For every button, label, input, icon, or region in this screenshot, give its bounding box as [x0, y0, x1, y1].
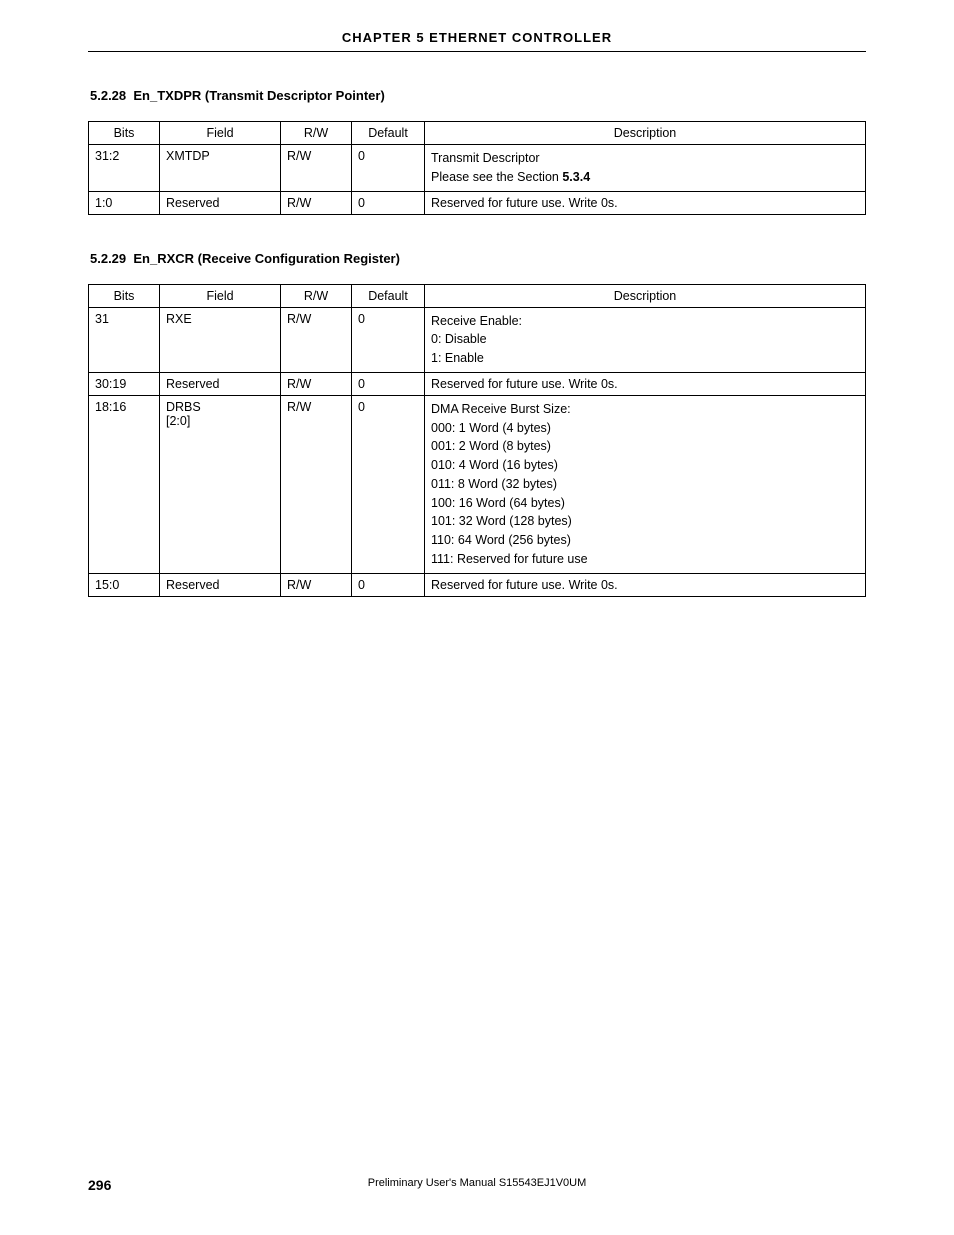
col-header-bits: Bits [89, 122, 160, 145]
field-name: DRBS [166, 400, 274, 414]
table-header-row: Bits Field R/W Default Description [89, 284, 866, 307]
col-header-rw: R/W [281, 122, 352, 145]
table-row: 18:16 DRBS [2:0] R/W 0 DMA Receive Burst… [89, 395, 866, 573]
table-row: 31:2 XMTDP R/W 0 Transmit Descriptor Ple… [89, 145, 866, 192]
table-header-row: Bits Field R/W Default Description [89, 122, 866, 145]
desc-line: 010: 4 Word (16 bytes) [431, 456, 859, 475]
desc-line: Please see the Section 5.3.4 [431, 168, 859, 187]
desc-line: 0: Disable [431, 330, 859, 349]
cell-rw: R/W [281, 307, 352, 372]
cell-rw: R/W [281, 191, 352, 214]
page-number: 296 [88, 1177, 111, 1193]
document-id: Preliminary User's Manual S15543EJ1V0UM [368, 1177, 587, 1189]
section-name: En_TXDPR (Transmit Descriptor Pointer) [133, 88, 384, 103]
cell-field: RXE [160, 307, 281, 372]
field-range: [2:0] [166, 414, 274, 428]
desc-line: 111: Reserved for future use [431, 550, 859, 569]
cell-description: Receive Enable: 0: Disable 1: Enable [425, 307, 866, 372]
cell-bits: 31:2 [89, 145, 160, 192]
cell-field: DRBS [2:0] [160, 395, 281, 573]
cell-default: 0 [352, 145, 425, 192]
table-row: 15:0 Reserved R/W 0 Reserved for future … [89, 573, 866, 596]
cell-field: Reserved [160, 372, 281, 395]
desc-line: 001: 2 Word (8 bytes) [431, 437, 859, 456]
chapter-header: CHAPTER 5 ETHERNET CONTROLLER [88, 30, 866, 51]
section-name: En_RXCR (Receive Configuration Register) [133, 251, 400, 266]
section-number: 5.2.29 [90, 251, 126, 266]
section-title-txdpr: 5.2.28 En_TXDPR (Transmit Descriptor Poi… [90, 88, 866, 103]
cell-default: 0 [352, 191, 425, 214]
header-rule [88, 51, 866, 52]
cell-default: 0 [352, 573, 425, 596]
table-row: 30:19 Reserved R/W 0 Reserved for future… [89, 372, 866, 395]
cell-bits: 30:19 [89, 372, 160, 395]
cell-default: 0 [352, 307, 425, 372]
desc-line: 100: 16 Word (64 bytes) [431, 494, 859, 513]
col-header-field: Field [160, 122, 281, 145]
section-title-rxcr: 5.2.29 En_RXCR (Receive Configuration Re… [90, 251, 866, 266]
cell-field: XMTDP [160, 145, 281, 192]
section-number: 5.2.28 [90, 88, 126, 103]
table-row: 1:0 Reserved R/W 0 Reserved for future u… [89, 191, 866, 214]
col-header-bits: Bits [89, 284, 160, 307]
desc-line: 000: 1 Word (4 bytes) [431, 419, 859, 438]
col-header-description: Description [425, 284, 866, 307]
desc-text: Please see the Section [431, 170, 562, 184]
cell-rw: R/W [281, 145, 352, 192]
col-header-rw: R/W [281, 284, 352, 307]
section-ref: 5.3.4 [562, 170, 590, 184]
desc-line: 1: Enable [431, 349, 859, 368]
cell-bits: 1:0 [89, 191, 160, 214]
desc-line: 101: 32 Word (128 bytes) [431, 512, 859, 531]
desc-line: Receive Enable: [431, 312, 859, 331]
cell-description: Transmit Descriptor Please see the Secti… [425, 145, 866, 192]
table-rxcr: Bits Field R/W Default Description 31 RX… [88, 284, 866, 597]
col-header-default: Default [352, 284, 425, 307]
cell-bits: 31 [89, 307, 160, 372]
cell-description: Reserved for future use. Write 0s. [425, 372, 866, 395]
cell-default: 0 [352, 395, 425, 573]
table-row: 31 RXE R/W 0 Receive Enable: 0: Disable … [89, 307, 866, 372]
col-header-description: Description [425, 122, 866, 145]
cell-bits: 18:16 [89, 395, 160, 573]
page-footer: 296 Preliminary User's Manual S15543EJ1V… [88, 1177, 866, 1193]
cell-description: DMA Receive Burst Size: 000: 1 Word (4 b… [425, 395, 866, 573]
cell-field: Reserved [160, 191, 281, 214]
col-header-field: Field [160, 284, 281, 307]
desc-line: DMA Receive Burst Size: [431, 400, 859, 419]
cell-field: Reserved [160, 573, 281, 596]
col-header-default: Default [352, 122, 425, 145]
cell-description: Reserved for future use. Write 0s. [425, 191, 866, 214]
cell-rw: R/W [281, 395, 352, 573]
desc-line: 110: 64 Word (256 bytes) [431, 531, 859, 550]
table-txdpr: Bits Field R/W Default Description 31:2 … [88, 121, 866, 215]
cell-rw: R/W [281, 372, 352, 395]
cell-description: Reserved for future use. Write 0s. [425, 573, 866, 596]
cell-bits: 15:0 [89, 573, 160, 596]
cell-rw: R/W [281, 573, 352, 596]
cell-default: 0 [352, 372, 425, 395]
desc-line: 011: 8 Word (32 bytes) [431, 475, 859, 494]
desc-line: Transmit Descriptor [431, 149, 859, 168]
